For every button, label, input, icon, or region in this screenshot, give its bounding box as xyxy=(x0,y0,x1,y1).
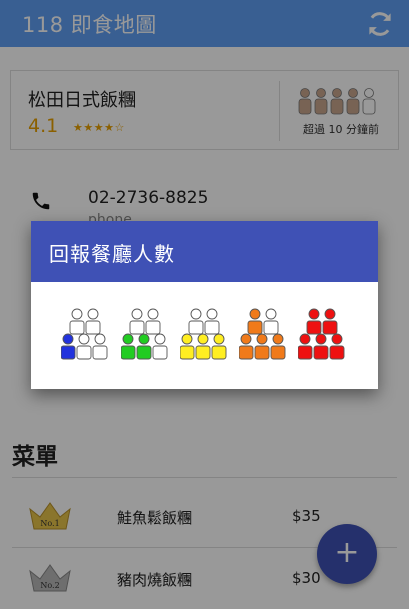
person-icon xyxy=(129,308,145,335)
person-icon xyxy=(136,333,152,360)
dialog-title: 回報餐廳人數 xyxy=(31,221,378,282)
person-icon xyxy=(322,308,338,335)
person-icon xyxy=(69,308,85,335)
person-icon xyxy=(188,308,204,335)
crowd-option-3[interactable] xyxy=(180,306,232,366)
person-icon xyxy=(204,308,220,335)
person-icon xyxy=(180,333,195,360)
crowd-option-1[interactable] xyxy=(61,306,113,366)
person-icon xyxy=(195,333,211,360)
person-icon xyxy=(92,333,108,360)
person-icon xyxy=(263,308,279,335)
person-icon xyxy=(211,333,227,360)
person-icon xyxy=(254,333,270,360)
report-crowd-dialog: 回報餐廳人數 xyxy=(31,221,378,389)
crowd-option-5[interactable] xyxy=(298,306,350,366)
person-icon xyxy=(306,308,322,335)
person-icon xyxy=(121,333,136,360)
person-icon xyxy=(313,333,329,360)
person-icon xyxy=(247,308,263,335)
person-icon xyxy=(76,333,92,360)
person-icon xyxy=(145,308,161,335)
person-icon xyxy=(152,333,168,360)
crowd-option-2[interactable] xyxy=(121,306,173,366)
person-icon xyxy=(239,333,254,360)
person-icon xyxy=(85,308,101,335)
person-icon xyxy=(270,333,286,360)
crowd-option-4[interactable] xyxy=(239,306,291,366)
crowd-options xyxy=(31,282,378,389)
person-icon xyxy=(329,333,345,360)
person-icon xyxy=(61,333,76,360)
person-icon xyxy=(298,333,313,360)
